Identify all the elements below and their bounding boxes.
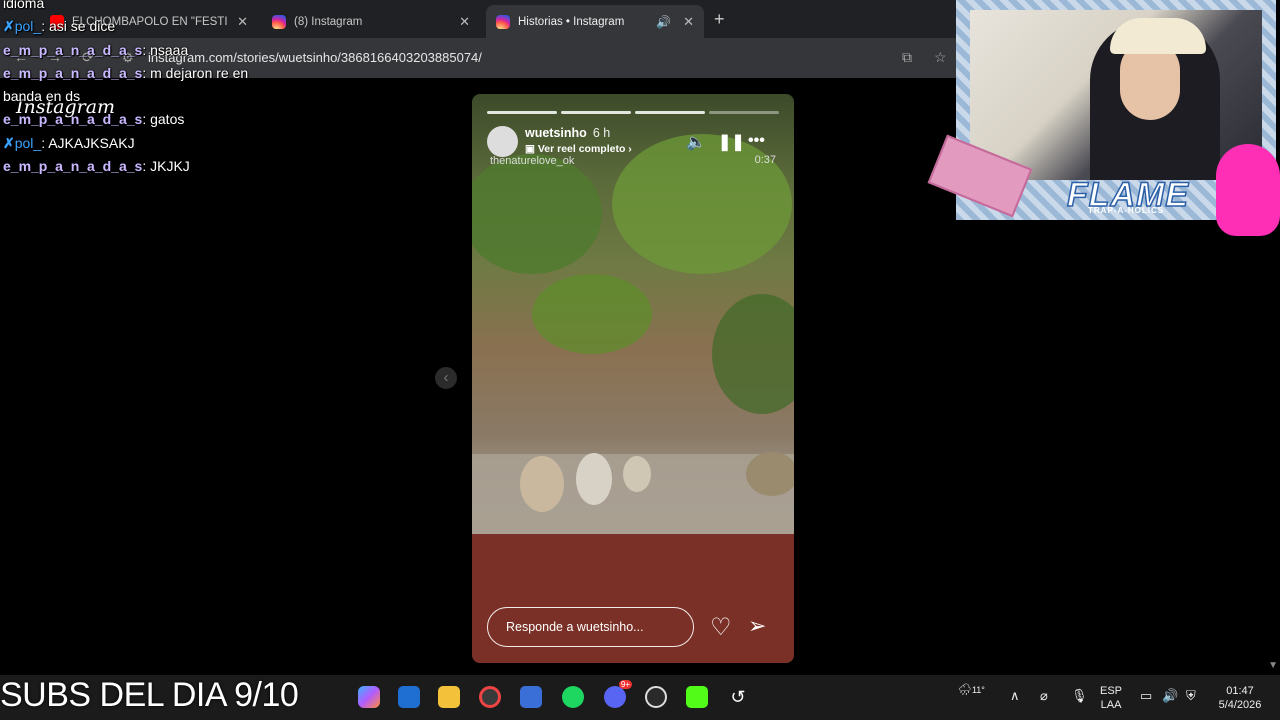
store-icon[interactable] (520, 686, 542, 708)
spotify-icon[interactable] (562, 686, 584, 708)
obs-icon[interactable] (645, 686, 667, 708)
verified-check-icon: ✗ (3, 18, 15, 35)
close-tab-icon[interactable]: ✕ (459, 14, 470, 30)
screen: ELCHOMBAPOLO EN "FESTI ✕ (8) Instagram ✕… (0, 0, 1280, 720)
avatar[interactable] (487, 126, 518, 157)
chat-username: pol_ (14, 134, 42, 151)
chat-line: e_m_p_a_n_a_d_a_s: nsaaa (3, 41, 189, 58)
new-tab-button[interactable]: + (714, 9, 725, 30)
tab-title: Historias • Instagram (518, 15, 625, 28)
stream-chat: idioma ✗pol_: asi se dice e_m_p_a_n_a_d_… (3, 0, 303, 178)
volume-icon[interactable]: 🔊 (1162, 689, 1178, 703)
close-tab-icon[interactable]: ✕ (683, 14, 694, 30)
story-video-frame (472, 134, 794, 663)
progress-segment (561, 111, 631, 114)
pause-icon[interactable]: ❚❚ (718, 132, 745, 152)
discord-icon[interactable]: 9+ (604, 680, 632, 708)
verified-check-icon: ✗ (3, 134, 15, 151)
progress-segment (709, 111, 779, 114)
chat-username: e_m_p_a_n_a_d_a_s (3, 158, 143, 175)
progress-segment (635, 111, 705, 114)
story-progress (487, 111, 779, 114)
bookmark-star-icon[interactable]: ☆ (934, 49, 947, 66)
pink-buddha-icon (1216, 144, 1280, 236)
discord-badge: 9+ (618, 680, 632, 689)
chat-username: pol_ (14, 18, 42, 35)
progress-segment (487, 111, 557, 114)
clock-time: 01:47 (1226, 685, 1254, 697)
instagram-icon (496, 14, 510, 29)
view-full-reel-link[interactable]: ▣ Ver reel completo › (525, 143, 632, 155)
story-author[interactable]: wuetsinho 6 h (525, 126, 610, 140)
previous-story-button[interactable]: ‹ (435, 367, 457, 389)
story-time: 6 h (592, 126, 611, 140)
webcam-video (970, 10, 1262, 180)
chrome-icon[interactable] (479, 686, 501, 708)
subs-banner: SUBS DEL DIA 9/10 (0, 676, 299, 714)
clock-date: 5/4/2026 (1218, 699, 1262, 711)
scroll-down-arrow[interactable]: ▼ (1268, 660, 1278, 671)
story-viewer[interactable]: wuetsinho 6 h ▣ Ver reel completo › thena… (472, 94, 794, 663)
kick-icon[interactable] (686, 686, 708, 708)
chat-username: e_m_p_a_n_a_d_a_s (3, 41, 143, 58)
reply-input[interactable]: Responde a wuetsinho... (487, 607, 694, 647)
weather-icon: 🌧 (958, 684, 972, 696)
heart-icon[interactable]: ♡ (710, 613, 732, 642)
speaker-icon[interactable]: 🔊 (656, 15, 671, 29)
story-credit: thenaturelove_ok (490, 155, 575, 167)
chevron-up-icon[interactable]: ∧ (1010, 689, 1020, 703)
microphone-icon[interactable]: 🎙 (1071, 689, 1088, 703)
chat-line: ✗pol_: AJKAJKSAKJ (3, 134, 135, 151)
clock[interactable]: 01:47 5/4/2026 (1214, 684, 1266, 712)
file-explorer-icon[interactable] (438, 686, 460, 708)
mail-icon[interactable] (398, 686, 420, 708)
chat-line: idioma (3, 0, 45, 11)
chat-username: e_m_p_a_n_a_d_a_s (3, 64, 143, 81)
weather-widget[interactable]: 🌧11° (958, 683, 985, 697)
battery-icon[interactable]: ⛨ (1186, 689, 1196, 703)
install-app-icon[interactable]: ⧉ (902, 49, 912, 66)
chat-line: e_m_p_a_n_a_d_a_s: JKJKJ (3, 158, 190, 175)
language-indicator[interactable]: ESP LAA (1100, 684, 1122, 712)
flame-subtitle: TRAP-A-HOLICS (1088, 206, 1165, 215)
send-icon[interactable]: ➢ (748, 613, 766, 639)
network-off-icon[interactable]: ⌀ (1040, 689, 1048, 703)
chat-line: e_m_p_a_n_a_d_a_s: m dejaron re en (3, 64, 249, 81)
tab-title: (8) Instagram (294, 15, 363, 28)
story-duration: 0:37 (754, 154, 776, 166)
more-options-icon[interactable]: ••• (748, 132, 765, 150)
display-icon[interactable]: ▭ (1140, 689, 1152, 703)
mute-icon[interactable]: 🔈 (686, 132, 706, 152)
tab-historias[interactable]: Historias • Instagram 🔊 ✕ (486, 5, 704, 38)
chat-line: ✗pol_: asi se dice (3, 18, 116, 35)
chat-username: e_m_p_a_n_a_d_a_s (3, 111, 143, 128)
copilot-icon[interactable] (358, 686, 380, 708)
chat-line: banda en ds (3, 88, 81, 105)
webcam-overlay: FLAME TRAP-A-HOLICS (927, 0, 1280, 236)
chat-line: e_m_p_a_n_a_d_a_s: gatos (3, 111, 185, 128)
app-icon[interactable]: ↺ (727, 686, 749, 708)
